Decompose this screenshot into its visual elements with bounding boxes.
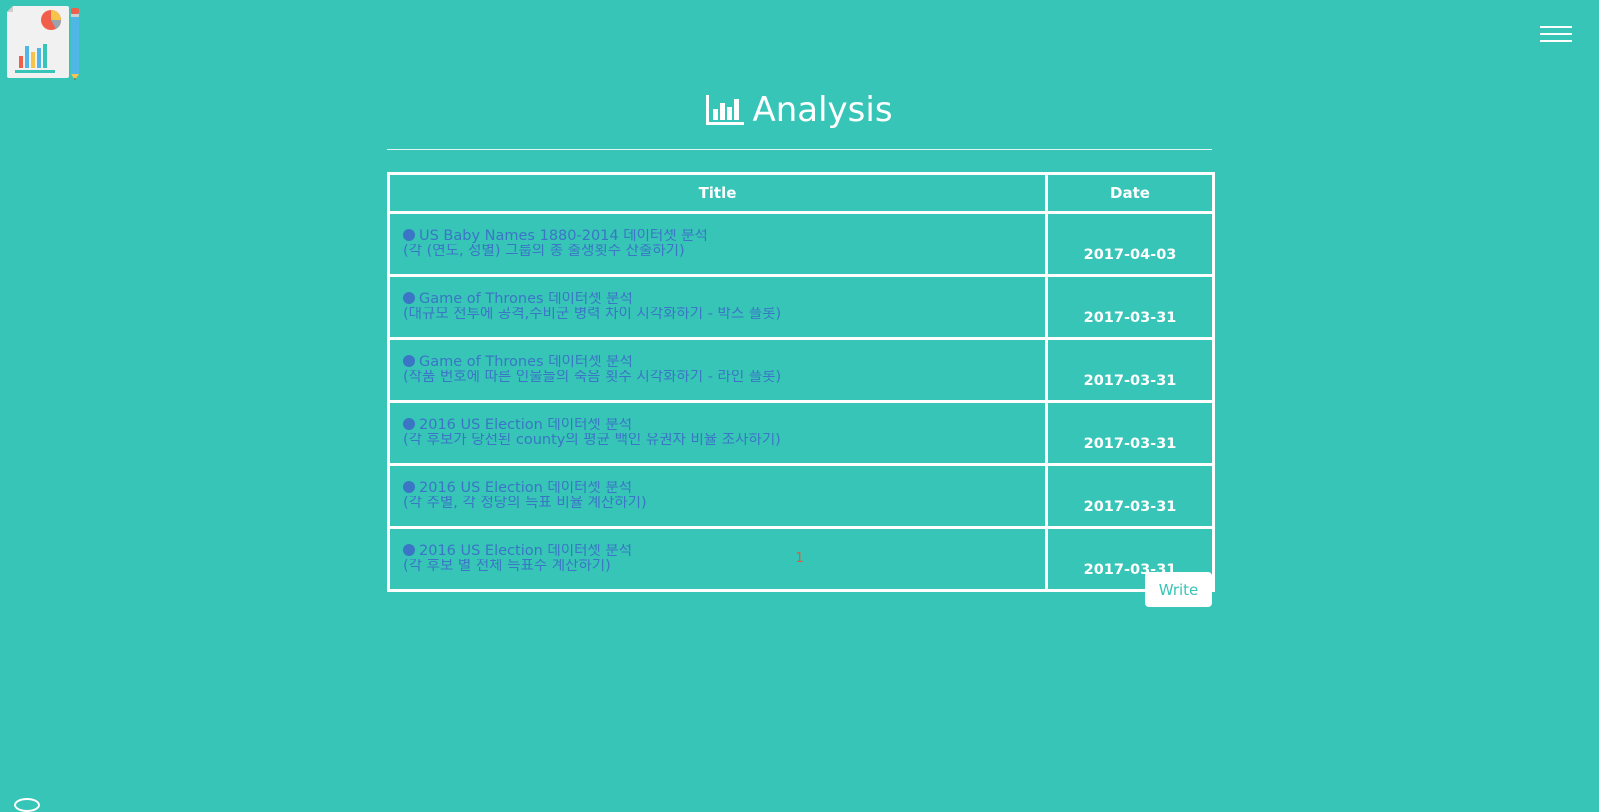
post-title-link[interactable]: US Baby Names 1880-2014 데이터셋 분석 (403, 229, 1045, 244)
table-row: 2016 US Election 데이터셋 분석 (각 주별, 각 정당의 득표… (387, 463, 1215, 529)
pagination: 1 (0, 551, 1599, 566)
post-date: 2017-03-31 (1045, 463, 1215, 529)
column-header-date: Date (1045, 172, 1215, 214)
table-header-row: Title Date (387, 172, 1215, 214)
post-subtitle-link[interactable]: (각 (연도, 성별) 그룹의 총 출생횟수 산출하기) (403, 244, 1045, 259)
hamburger-menu-icon (1540, 26, 1572, 28)
menu-button[interactable] (1540, 24, 1574, 46)
post-date: 2017-04-03 (1045, 211, 1215, 277)
post-date: 2017-03-31 (1045, 400, 1215, 466)
page-title: Analysis (0, 86, 1599, 138)
post-title-cell: 2016 US Election 데이터셋 분석 (각 후보가 당선된 coun… (387, 400, 1048, 466)
post-date: 2017-03-31 (1045, 337, 1215, 403)
post-title-link[interactable]: Game of Thrones 데이터셋 분석 (403, 292, 1045, 307)
table-row: 2016 US Election 데이터셋 분석 (각 후보가 당선된 coun… (387, 400, 1215, 466)
bar-chart-icon (706, 90, 745, 138)
posts-table: Title Date US Baby Names 1880-2014 데이터셋 … (387, 172, 1215, 592)
post-subtitle-link[interactable]: (각 주별, 각 정당의 득표 비율 계산하기) (403, 496, 1045, 511)
page-number-current[interactable]: 1 (795, 551, 803, 566)
site-logo[interactable] (5, 4, 83, 82)
report-chart-pencil-icon (7, 6, 79, 80)
post-subtitle-link[interactable]: (각 후보가 당선된 county의 평균 백인 유권자 비율 조사하기) (403, 433, 1045, 448)
post-title-cell: Game of Thrones 데이터셋 분석 (대규모 전투에 공격,수비군 … (387, 274, 1048, 340)
corner-widget[interactable] (14, 798, 40, 812)
table-row: US Baby Names 1880-2014 데이터셋 분석 (각 (연도, … (387, 211, 1215, 277)
title-divider (387, 149, 1212, 150)
column-header-title: Title (387, 172, 1048, 214)
table-row: Game of Thrones 데이터셋 분석 (작품 번호에 따른 인물들의 … (387, 337, 1215, 403)
write-button[interactable]: Write (1145, 572, 1212, 607)
post-title-cell: US Baby Names 1880-2014 데이터셋 분석 (각 (연도, … (387, 211, 1048, 277)
post-title-cell: Game of Thrones 데이터셋 분석 (작품 번호에 따른 인물들의 … (387, 337, 1048, 403)
post-title-link[interactable]: 2016 US Election 데이터셋 분석 (403, 418, 1045, 433)
post-title-link[interactable]: Game of Thrones 데이터셋 분석 (403, 355, 1045, 370)
post-title-link[interactable]: 2016 US Election 데이터셋 분석 (403, 481, 1045, 496)
post-subtitle-link[interactable]: (작품 번호에 따른 인물들의 죽음 횟수 시각화하기 - 라인 플롯) (403, 370, 1045, 385)
post-title-cell: 2016 US Election 데이터셋 분석 (각 주별, 각 정당의 득표… (387, 463, 1048, 529)
table-row: Game of Thrones 데이터셋 분석 (대규모 전투에 공격,수비군 … (387, 274, 1215, 340)
post-date: 2017-03-31 (1045, 274, 1215, 340)
page-title-text: Analysis (752, 90, 893, 130)
post-subtitle-link[interactable]: (대규모 전투에 공격,수비군 병력 차이 시각화하기 - 박스 플롯) (403, 307, 1045, 322)
